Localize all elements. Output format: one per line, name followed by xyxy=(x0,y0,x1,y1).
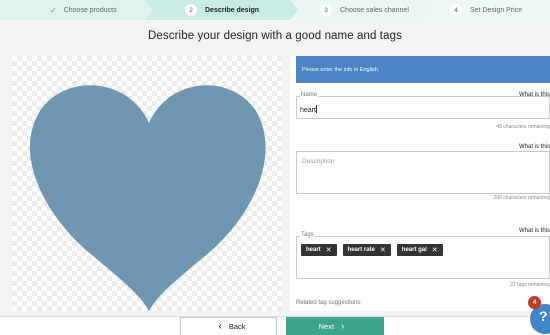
bottom-nav-bar: ‹ Back Next › xyxy=(0,316,550,335)
tag-chip: heart gal ✕ xyxy=(396,244,443,256)
back-button[interactable]: ‹ Back xyxy=(180,317,277,335)
related-tag-suggestions: Related tag suggestions: xyxy=(296,300,363,306)
step-number: 4 xyxy=(450,4,462,16)
remove-tag-icon[interactable]: ✕ xyxy=(380,246,386,254)
tag-chip: heart ✕ xyxy=(301,244,337,256)
step-number: 3 xyxy=(320,4,332,16)
step-choose-products[interactable]: ✓ Choose products xyxy=(0,0,153,20)
step-arrow xyxy=(425,0,433,20)
question-icon: ? xyxy=(539,308,548,324)
step-label: Describe design xyxy=(205,6,260,14)
next-button[interactable]: Next › xyxy=(286,317,384,335)
heart-design-image xyxy=(29,85,266,311)
description-remaining: 200 characters remaining xyxy=(493,195,550,201)
step-label: Set Design Price xyxy=(470,6,523,14)
text-caret xyxy=(315,105,317,113)
step-describe-design[interactable]: 2 Describe design xyxy=(145,0,298,20)
step-arrow xyxy=(290,0,298,20)
step-arrow xyxy=(145,0,153,20)
tags-help-link[interactable]: What is this xyxy=(519,228,550,234)
page-title: Describe your design with a good name an… xyxy=(148,30,402,42)
next-label: Next xyxy=(318,322,335,331)
design-details-form: Please enter the info in English. What i… xyxy=(290,56,550,311)
step-label: Choose sales channel xyxy=(340,6,409,14)
tag-label: heart rate xyxy=(347,247,375,253)
step-label: Choose products xyxy=(63,6,117,14)
description-field[interactable]: Description xyxy=(296,151,550,194)
name-label: Name xyxy=(300,92,319,98)
tags-label: Tags xyxy=(300,232,315,238)
info-banner: Please enter the info in English. xyxy=(296,56,550,83)
step-choose-sales-channel[interactable]: 3 Choose sales channel xyxy=(290,0,433,20)
notification-badge: 4 xyxy=(528,296,541,309)
remove-tag-icon[interactable]: ✕ xyxy=(326,246,332,254)
name-remaining: 48 characters remaining xyxy=(496,124,550,130)
tag-chip: heart rate ✕ xyxy=(342,244,391,256)
tag-label: heart xyxy=(306,247,321,253)
step-number: 2 xyxy=(185,4,197,16)
chevron-left-icon: ‹ xyxy=(218,321,222,332)
tags-field[interactable]: Tags heart ✕ heart rate ✕ heart gal ✕ xyxy=(296,232,550,279)
progress-stepper: ✓ Choose products 2 Describe design 3 Ch… xyxy=(0,0,550,20)
description-placeholder: Description xyxy=(302,158,335,165)
step-set-design-price[interactable]: 4 Set Design Price xyxy=(425,0,550,20)
back-label: Back xyxy=(228,322,246,331)
description-help-link[interactable]: What is this xyxy=(519,144,550,150)
design-preview xyxy=(12,56,282,311)
checkmark-icon: ✓ xyxy=(50,5,57,15)
chevron-right-icon: › xyxy=(341,321,345,332)
remove-tag-icon[interactable]: ✕ xyxy=(432,246,438,254)
name-value: heart xyxy=(300,107,316,114)
tags-remaining: 22 tags remaining xyxy=(510,282,550,288)
name-field[interactable]: Name heart xyxy=(296,92,550,119)
tag-label: heart gal xyxy=(401,247,427,253)
